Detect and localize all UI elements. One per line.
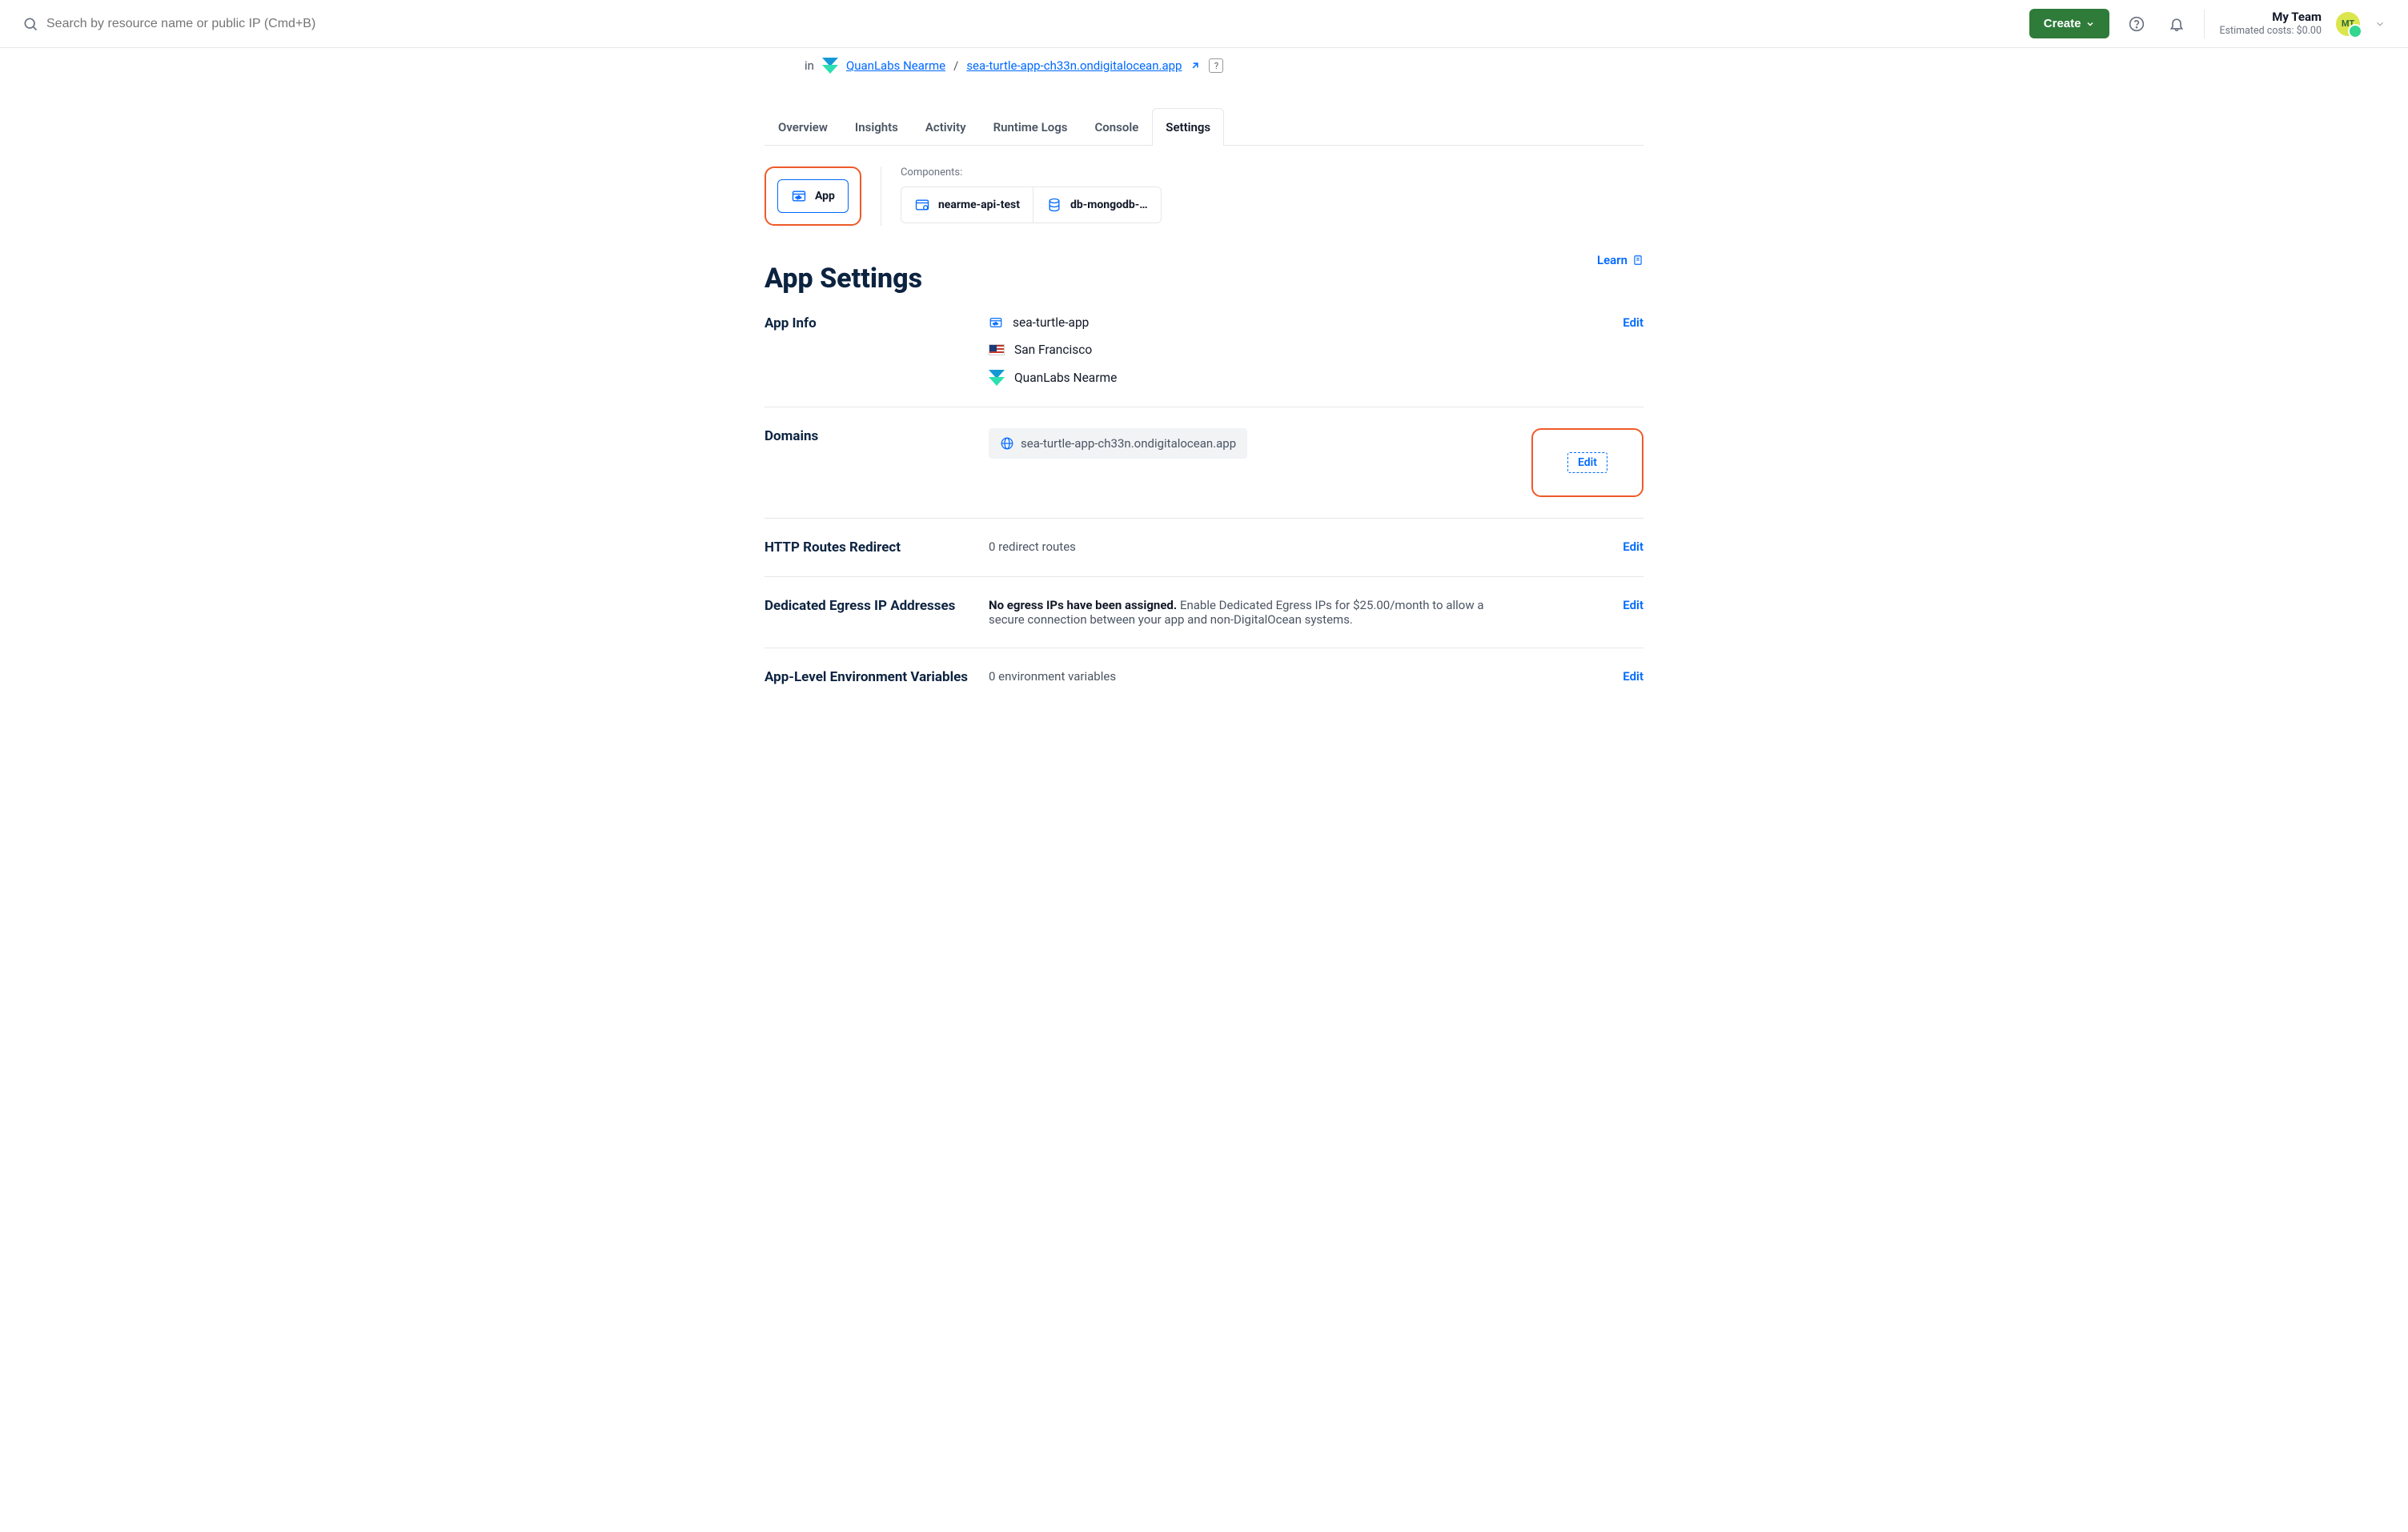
tab-settings[interactable]: Settings <box>1152 108 1224 146</box>
avatar-initials: MT <box>2342 18 2354 29</box>
database-icon <box>1046 197 1062 213</box>
help-badge[interactable]: ? <box>1209 58 1223 73</box>
tab-overview[interactable]: Overview <box>765 108 841 146</box>
help-icon <box>2129 16 2145 32</box>
service-icon <box>914 197 930 213</box>
team-cost: Estimated costs: $0.00 <box>2219 25 2322 38</box>
components-column: Components: nearme-api-test db-mongodb-… <box>901 166 1162 226</box>
region-name: San Francisco <box>1014 343 1092 357</box>
project-icon <box>822 58 838 74</box>
section-label: HTTP Routes Redirect <box>765 539 973 555</box>
title-row: App Settings Learn <box>765 226 1643 295</box>
project-icon <box>989 370 1005 386</box>
app-name: sea-turtle-app <box>1013 315 1089 330</box>
app-icon: </> <box>989 315 1003 330</box>
section-label: App-Level Environment Variables <box>765 669 973 685</box>
create-label: Create <box>2044 17 2081 30</box>
global-search[interactable] <box>22 16 2029 32</box>
breadcrumb-project-link[interactable]: QuanLabs Nearme <box>846 58 945 73</box>
tabbar: Overview Insights Activity Runtime Logs … <box>765 107 1643 146</box>
section-app-info: App Info </> sea-turtle-app San Francisc… <box>765 295 1643 407</box>
breadcrumb-in: in <box>805 58 814 73</box>
edit-egress[interactable]: Edit <box>1531 598 1643 612</box>
section-label: Dedicated Egress IP Addresses <box>765 598 973 614</box>
edit-http-routes[interactable]: Edit <box>1531 539 1643 554</box>
egress-text: No egress IPs have been assigned. Enable… <box>989 598 1515 627</box>
section-label: App Info <box>765 315 973 331</box>
team-info: My Team Estimated costs: $0.00 <box>2219 10 2322 37</box>
domain-chip[interactable]: sea-turtle-app-ch33n.ondigitalocean.app <box>989 428 1247 459</box>
app-icon: </> <box>791 188 807 204</box>
chevron-down-icon[interactable] <box>2374 18 2386 30</box>
component-list: nearme-api-test db-mongodb-… <box>901 186 1162 223</box>
chevron-down-icon <box>2085 19 2095 29</box>
bell-icon <box>2169 16 2185 32</box>
learn-label: Learn <box>1597 253 1627 267</box>
tab-runtime-logs[interactable]: Runtime Logs <box>980 108 1082 146</box>
breadcrumb: in QuanLabs Nearme / sea-turtle-app-ch33… <box>805 58 1643 74</box>
external-link-icon[interactable] <box>1190 60 1201 71</box>
edit-env[interactable]: Edit <box>1531 669 1643 684</box>
globe-icon <box>1000 436 1014 451</box>
section-body: </> sea-turtle-app San Francisco QuanLab… <box>989 315 1515 386</box>
domain-value: sea-turtle-app-ch33n.ondigitalocean.app <box>1021 436 1236 451</box>
topbar: Create My Team Estimated costs: $0.00 MT <box>0 0 2408 48</box>
project-row: QuanLabs Nearme <box>989 370 1515 386</box>
edit-domains[interactable]: Edit <box>1567 452 1607 473</box>
http-routes-value: 0 redirect routes <box>989 539 1515 554</box>
edit-domains-highlight: Edit <box>1531 428 1643 497</box>
section-http-routes: HTTP Routes Redirect 0 redirect routes E… <box>765 519 1643 577</box>
search-icon <box>22 16 38 32</box>
tab-insights[interactable]: Insights <box>841 108 912 146</box>
breadcrumb-domain-link[interactable]: sea-turtle-app-ch33n.ondigitalocean.app <box>966 58 1182 73</box>
team-name: My Team <box>2219 10 2322 25</box>
tab-activity[interactable]: Activity <box>912 108 980 146</box>
tab-console[interactable]: Console <box>1081 108 1152 146</box>
edit-app-info[interactable]: Edit <box>1531 315 1643 330</box>
section-domains: Domains sea-turtle-app-ch33n.ondigitaloc… <box>765 407 1643 519</box>
components-label: Components: <box>901 166 1162 178</box>
page: in QuanLabs Nearme / sea-turtle-app-ch33… <box>752 48 1656 770</box>
app-selected-highlight: </> App <box>765 166 861 226</box>
section-egress: Dedicated Egress IP Addresses No egress … <box>765 577 1643 648</box>
topbar-right: Create My Team Estimated costs: $0.00 MT <box>2029 9 2386 38</box>
search-input[interactable] <box>46 17 431 31</box>
create-button[interactable]: Create <box>2029 9 2110 38</box>
us-flag-icon <box>989 344 1005 355</box>
component-label: nearme-api-test <box>938 199 1020 211</box>
project-name: QuanLabs Nearme <box>1014 371 1117 385</box>
app-component-pill[interactable]: </> App <box>777 179 849 213</box>
components-row: </> App Components: nearme-api-test db-m… <box>765 166 1643 226</box>
app-label: App <box>815 190 835 203</box>
svg-text:</>: </> <box>993 322 998 327</box>
app-name-row: </> sea-turtle-app <box>989 315 1515 330</box>
avatar[interactable]: MT <box>2336 12 2360 36</box>
divider <box>2204 10 2205 38</box>
learn-link[interactable]: Learn <box>1597 253 1643 267</box>
region-row: San Francisco <box>989 343 1515 357</box>
egress-bold: No egress IPs have been assigned. <box>989 598 1177 612</box>
notifications-button[interactable] <box>2164 11 2189 37</box>
help-button[interactable] <box>2124 11 2149 37</box>
section-body: sea-turtle-app-ch33n.ondigitalocean.app <box>989 428 1515 459</box>
svg-text:</>: </> <box>796 195 801 200</box>
component-db-mongodb[interactable]: db-mongodb-… <box>1033 187 1161 223</box>
component-label: db-mongodb-… <box>1070 199 1148 211</box>
component-nearme-api[interactable]: nearme-api-test <box>901 187 1033 223</box>
section-label: Domains <box>765 428 973 444</box>
section-env-vars: App-Level Environment Variables 0 enviro… <box>765 648 1643 706</box>
page-title: App Settings <box>765 263 922 295</box>
breadcrumb-sep: / <box>953 58 958 73</box>
doc-icon <box>1632 255 1643 266</box>
env-value: 0 environment variables <box>989 669 1515 684</box>
